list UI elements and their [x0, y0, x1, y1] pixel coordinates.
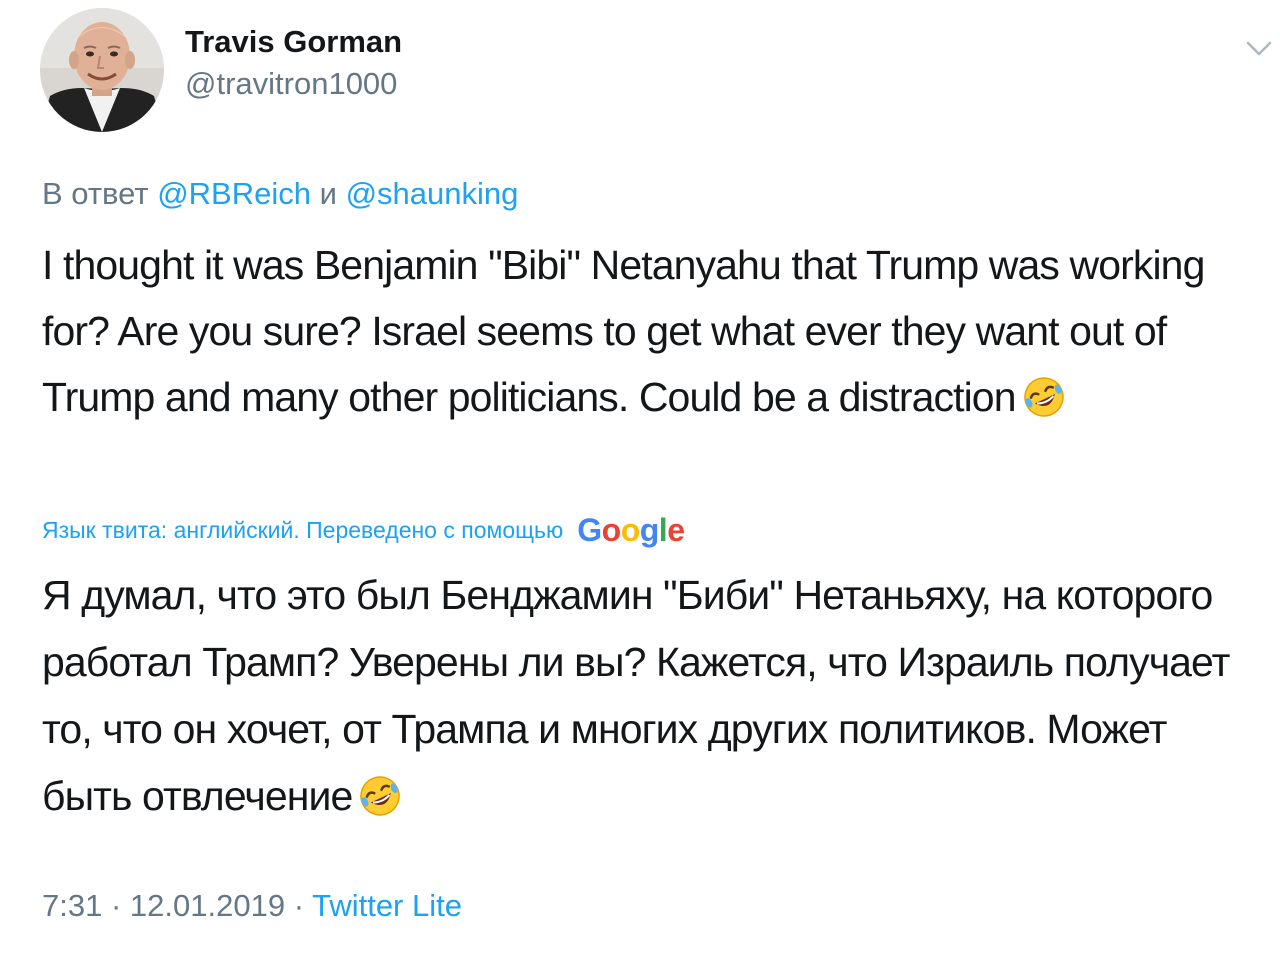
rolling-on-floor-laughing-icon: [1023, 377, 1064, 417]
meta-separator: ·: [293, 888, 305, 923]
translated-text: Я думал, что это был Бенджамин "Биби" Не…: [42, 572, 1230, 819]
translated-body: Я думал, что это был Бенджамин "Биби" Не…: [42, 562, 1252, 830]
tweet-date: 12.01.2019: [129, 888, 286, 923]
reply-conjunction: и: [319, 176, 337, 211]
author-name[interactable]: Travis Gorman: [185, 24, 402, 60]
avatar[interactable]: [40, 8, 164, 132]
translation-notice: Язык твита: английский. Переведено с пом…: [42, 512, 685, 548]
reply-prefix: В ответ: [42, 176, 149, 211]
reply-mention-shaunking[interactable]: @shaunking: [346, 176, 519, 211]
google-logo: Google: [577, 512, 685, 548]
tweet-metadata: 7:31 · 12.01.2019 · Twitter Lite: [42, 888, 462, 924]
tweet-detail: Travis Gorman @travitron1000 В ответ @RB…: [0, 0, 1280, 955]
reply-mention-rbreich[interactable]: @RBReich: [157, 176, 311, 211]
translation-label: Язык твита: английский. Переведено с пом…: [42, 516, 564, 543]
tweet-source-link[interactable]: Twitter Lite: [312, 888, 462, 923]
avatar-photo: [40, 8, 164, 132]
meta-separator: ·: [110, 888, 122, 923]
rolling-on-floor-laughing-icon: [360, 776, 401, 816]
tweet-time: 7:31: [42, 888, 103, 923]
author-handle[interactable]: @travitron1000: [185, 66, 397, 102]
chevron-down-icon[interactable]: [1244, 34, 1274, 64]
reply-context: В ответ @RBReich и @shaunking: [42, 176, 518, 212]
tweet-body: I thought it was Benjamin "Bibi" Netanya…: [42, 232, 1252, 430]
